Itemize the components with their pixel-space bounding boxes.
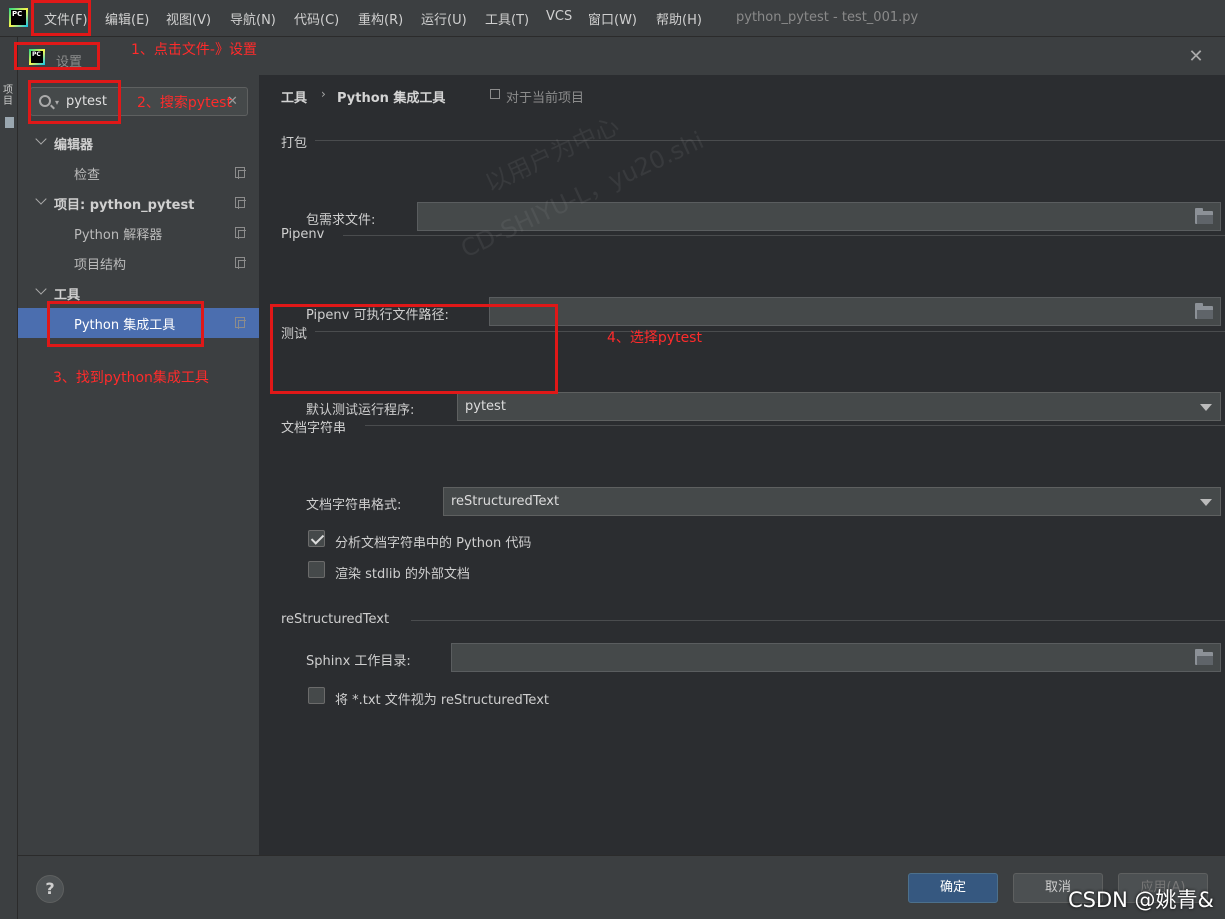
scope-label: 对于当前项目 bbox=[506, 91, 585, 106]
project-scope-icon bbox=[235, 257, 246, 269]
project-scope-icon bbox=[235, 317, 246, 329]
close-icon[interactable]: ✕ bbox=[1188, 48, 1204, 66]
pycharm-logo-icon: PC bbox=[9, 8, 28, 27]
annotation-step-2: 2、搜索pytest bbox=[137, 95, 232, 111]
annotation-box-file-menu bbox=[31, 0, 91, 36]
window-title: python_pytest - test_001.py bbox=[736, 10, 919, 25]
help-button[interactable]: ? bbox=[36, 875, 64, 903]
menu-bar: PC 文件(F) 编辑(E) 视图(V) 导航(N) 代码(C) 重构(R) 运… bbox=[0, 0, 1225, 37]
folder-icon[interactable] bbox=[1195, 649, 1213, 665]
docstring-format-value: reStructuredText bbox=[451, 494, 560, 509]
menu-tools[interactable]: 工具(T) bbox=[485, 9, 529, 28]
expand-arrow-icon bbox=[35, 193, 47, 205]
annotation-box-test-runner bbox=[270, 304, 558, 394]
sphinx-dir-field[interactable] bbox=[451, 643, 1221, 672]
docstring-format-select[interactable]: reStructuredText bbox=[443, 487, 1221, 516]
tree-label: 项目: python_pytest bbox=[54, 198, 195, 213]
tool-window-strip: 项目 bbox=[0, 37, 18, 919]
tree-item-python-interpreter[interactable]: Python 解释器 bbox=[18, 218, 259, 248]
section-pipenv: Pipenv bbox=[281, 227, 325, 242]
settings-dialog: PC 设置 ✕ ▾ pytest ✕ 编辑器 检查 项目: python_pyt… bbox=[18, 37, 1225, 919]
project-scope-icon bbox=[490, 89, 500, 99]
menu-run[interactable]: 运行(U) bbox=[421, 9, 467, 28]
breadcrumb-current: Python 集成工具 bbox=[337, 91, 446, 106]
section-divider bbox=[411, 620, 1225, 621]
section-packaging: 打包 bbox=[281, 136, 308, 151]
menu-refactor[interactable]: 重构(R) bbox=[358, 9, 403, 28]
treat-txt-as-rst-checkbox[interactable] bbox=[308, 687, 325, 704]
expand-arrow-icon bbox=[35, 283, 47, 295]
expand-arrow-icon bbox=[35, 133, 47, 145]
project-scope-icon bbox=[235, 167, 246, 179]
dropdown-arrow-icon bbox=[1200, 404, 1212, 411]
sphinx-dir-label: Sphinx 工作目录: bbox=[306, 654, 411, 669]
dropdown-arrow-icon bbox=[1200, 499, 1212, 506]
menu-vcs[interactable]: VCS bbox=[546, 9, 572, 24]
test-runner-label: 默认测试运行程序: bbox=[306, 403, 415, 418]
menu-help[interactable]: 帮助(H) bbox=[656, 9, 702, 28]
section-restructuredtext: reStructuredText bbox=[281, 612, 390, 627]
docstring-format-label: 文档字符串格式: bbox=[306, 498, 402, 513]
tree-label: 检查 bbox=[74, 168, 101, 183]
test-runner-select[interactable]: pytest bbox=[457, 392, 1221, 421]
ok-button[interactable]: 确定 bbox=[908, 873, 998, 903]
analyze-docstring-label: 分析文档字符串中的 Python 代码 bbox=[335, 536, 532, 551]
section-docstrings: 文档字符串 bbox=[281, 421, 347, 436]
menu-edit[interactable]: 编辑(E) bbox=[105, 9, 149, 28]
folder-icon[interactable] bbox=[1195, 208, 1213, 224]
file-icon bbox=[5, 117, 14, 128]
annotation-box-settings-title bbox=[14, 42, 100, 70]
render-stdlib-docs-checkbox[interactable] bbox=[308, 561, 325, 578]
project-tool-tab[interactable]: 项目 bbox=[3, 85, 15, 107]
tree-label: 编辑器 bbox=[54, 138, 94, 153]
tree-item-project-structure[interactable]: 项目结构 bbox=[18, 248, 259, 278]
tree-label: 项目结构 bbox=[74, 258, 127, 273]
annotation-step-4: 4、选择pytest bbox=[607, 330, 702, 346]
tree-item-project[interactable]: 项目: python_pytest bbox=[18, 188, 259, 218]
section-divider bbox=[315, 140, 1225, 141]
requirements-label: 包需求文件: bbox=[306, 213, 376, 228]
dialog-footer: ? 确定 取消 应用(A) bbox=[18, 855, 1225, 919]
annotation-box-python-tools bbox=[47, 301, 204, 347]
test-runner-value: pytest bbox=[465, 399, 506, 414]
settings-sidebar: ▾ pytest ✕ 编辑器 检查 项目: python_pytest Pyth… bbox=[18, 75, 259, 855]
menu-window[interactable]: 窗口(W) bbox=[588, 9, 637, 28]
menu-navigate[interactable]: 导航(N) bbox=[230, 9, 276, 28]
csdn-watermark: CSDN @姚青& bbox=[1068, 888, 1214, 912]
menu-code[interactable]: 代码(C) bbox=[294, 9, 339, 28]
annotation-box-search bbox=[28, 80, 121, 124]
settings-content: 工具 › Python 集成工具 对于当前项目 打包 包需求文件: Pipenv… bbox=[259, 75, 1225, 855]
pipenv-path-field[interactable] bbox=[489, 297, 1221, 326]
menu-view[interactable]: 视图(V) bbox=[166, 9, 211, 28]
treat-txt-as-rst-label: 将 *.txt 文件视为 reStructuredText bbox=[335, 693, 549, 708]
annotation-step-1: 1、点击文件-》设置 bbox=[131, 42, 257, 58]
breadcrumb-separator: › bbox=[321, 87, 326, 101]
breadcrumb-parent[interactable]: 工具 bbox=[281, 87, 307, 106]
analyze-docstring-checkbox[interactable] bbox=[308, 530, 325, 547]
folder-icon[interactable] bbox=[1195, 303, 1213, 319]
tree-item-editor[interactable]: 编辑器 bbox=[18, 128, 259, 158]
project-scope-icon bbox=[235, 197, 246, 209]
section-divider bbox=[365, 425, 1225, 426]
tree-item-inspections[interactable]: 检查 bbox=[18, 158, 259, 188]
tree-label: Python 解释器 bbox=[74, 228, 163, 243]
annotation-step-3: 3、找到python集成工具 bbox=[53, 370, 209, 386]
project-scope-icon bbox=[235, 227, 246, 239]
render-stdlib-docs-label: 渲染 stdlib 的外部文档 bbox=[335, 567, 470, 582]
